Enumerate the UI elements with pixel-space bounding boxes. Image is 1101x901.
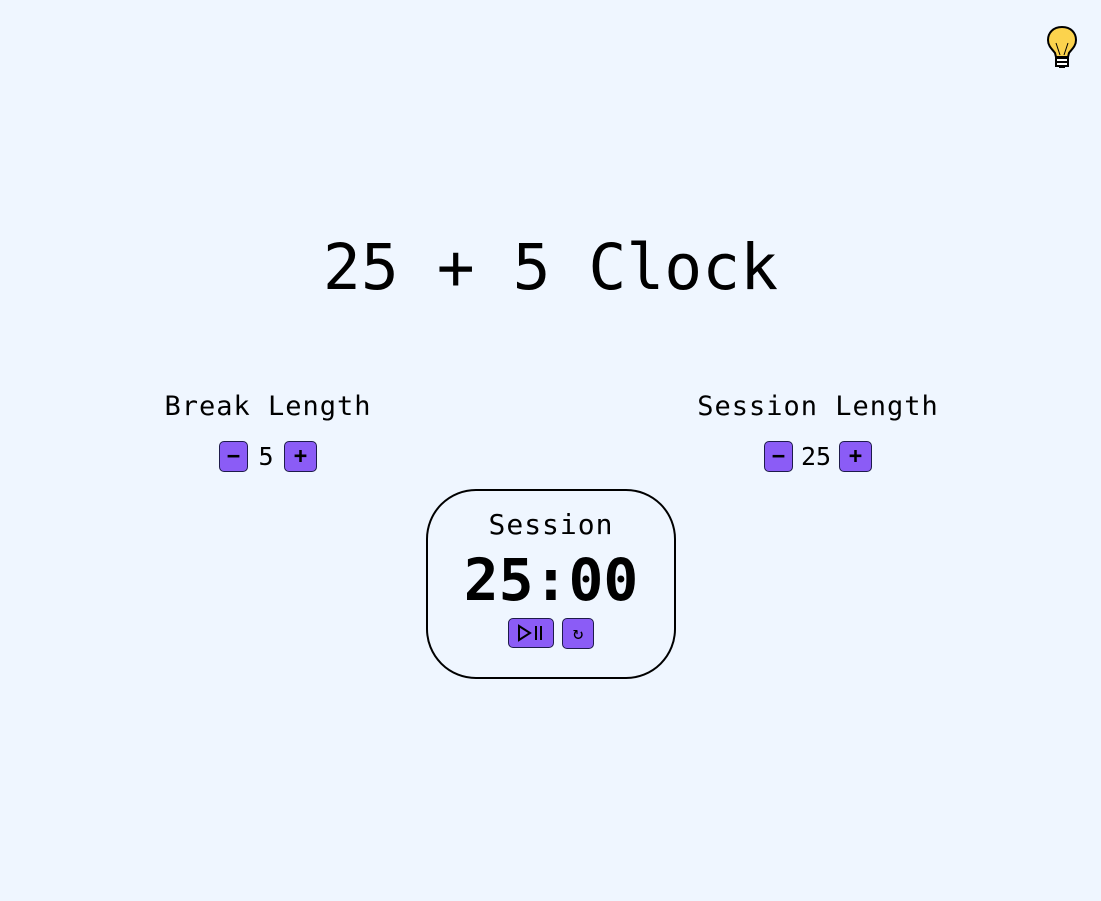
- lightbulb-icon: [1046, 25, 1078, 68]
- session-decrement-button[interactable]: −: [763, 441, 793, 472]
- session-length-label: Session Length: [697, 391, 939, 422]
- timer-controls: ↻: [428, 618, 674, 649]
- timer-label: Session: [488, 508, 614, 541]
- session-length-controls: − 25 +: [668, 441, 968, 472]
- theme-toggle-button[interactable]: [1044, 24, 1080, 70]
- session-length-value: 25: [800, 441, 832, 471]
- break-decrement-button[interactable]: −: [219, 441, 248, 472]
- play-pause-icon: [518, 624, 542, 642]
- start-stop-button[interactable]: [508, 618, 554, 648]
- break-length-group: Break Length − 5 +: [118, 388, 418, 472]
- reset-button[interactable]: ↻: [562, 618, 594, 649]
- time-left: 25:00: [463, 546, 639, 614]
- page-title: 25 + 5 Clock: [322, 231, 779, 304]
- timer-panel: Session 25:00 ↻: [426, 489, 676, 679]
- break-length-value: 5: [258, 441, 274, 471]
- session-increment-button[interactable]: +: [839, 441, 873, 472]
- break-length-label: Break Length: [164, 391, 372, 422]
- break-increment-button[interactable]: +: [284, 441, 317, 472]
- session-length-group: Session Length − 25 +: [668, 388, 968, 472]
- break-length-controls: − 5 +: [118, 441, 418, 472]
